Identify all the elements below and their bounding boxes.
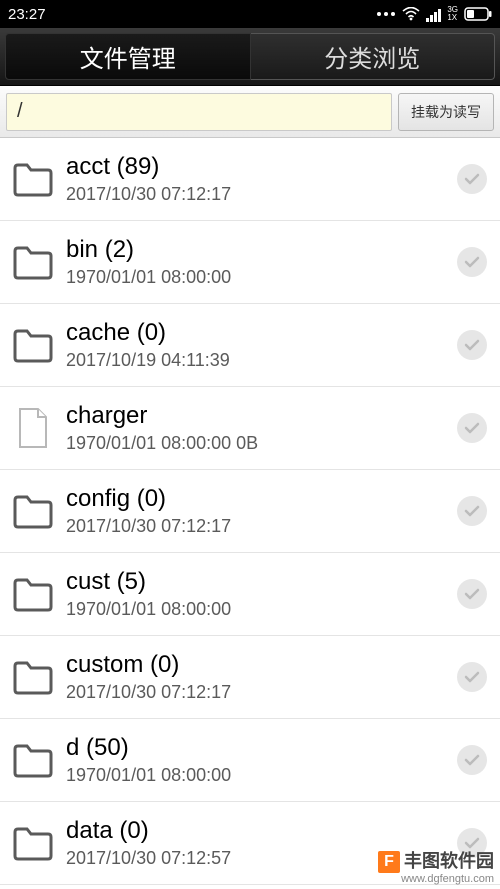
check-icon xyxy=(457,247,487,277)
list-item[interactable]: data (0)2017/10/30 07:12:57 xyxy=(0,802,500,885)
check-icon xyxy=(457,496,487,526)
list-item-title: cache (0) xyxy=(66,318,454,348)
check-icon xyxy=(457,164,487,194)
list-item-subtitle: 1970/01/01 08:00:00 xyxy=(66,597,454,621)
list-item[interactable]: custom (0)2017/10/30 07:12:17 xyxy=(0,636,500,719)
list-item-subtitle: 2017/10/30 07:12:17 xyxy=(66,680,454,704)
list-item[interactable]: bin (2)1970/01/01 08:00:00 xyxy=(0,221,500,304)
folder-icon xyxy=(6,244,60,280)
folder-icon xyxy=(6,576,60,612)
select-checkbox[interactable] xyxy=(454,164,490,194)
tab-file-manager[interactable]: 文件管理 xyxy=(5,33,251,80)
list-item-subtitle: 1970/01/01 08:00:00 0B xyxy=(66,431,454,455)
signal-icon: 3G1X xyxy=(426,6,458,22)
tab-label: 文件管理 xyxy=(80,39,176,74)
check-icon xyxy=(457,330,487,360)
folder-icon xyxy=(6,742,60,778)
check-icon xyxy=(457,828,487,858)
wifi-icon xyxy=(402,7,420,21)
list-item-title: d (50) xyxy=(66,733,454,763)
check-icon xyxy=(457,745,487,775)
file-list: acct (89)2017/10/30 07:12:17bin (2)1970/… xyxy=(0,138,500,885)
folder-icon xyxy=(6,161,60,197)
list-item[interactable]: acct (89)2017/10/30 07:12:17 xyxy=(0,138,500,221)
list-item-body: acct (89)2017/10/30 07:12:17 xyxy=(60,152,454,206)
list-item-title: config (0) xyxy=(66,484,454,514)
check-icon xyxy=(457,413,487,443)
list-item-body: charger1970/01/01 08:00:00 0B xyxy=(60,401,454,455)
select-checkbox[interactable] xyxy=(454,662,490,692)
path-input[interactable]: / xyxy=(6,93,392,131)
list-item-title: cust (5) xyxy=(66,567,454,597)
list-item-body: config (0)2017/10/30 07:12:17 xyxy=(60,484,454,538)
list-item-title: custom (0) xyxy=(66,650,454,680)
folder-icon xyxy=(6,493,60,529)
list-item[interactable]: d (50)1970/01/01 08:00:00 xyxy=(0,719,500,802)
folder-icon xyxy=(6,327,60,363)
status-icons: 3G1X xyxy=(376,6,492,22)
list-item-title: data (0) xyxy=(66,816,454,846)
list-item-subtitle: 2017/10/30 07:12:57 xyxy=(66,846,454,870)
select-checkbox[interactable] xyxy=(454,413,490,443)
list-item-body: cache (0)2017/10/19 04:11:39 xyxy=(60,318,454,372)
list-item-title: acct (89) xyxy=(66,152,454,182)
select-checkbox[interactable] xyxy=(454,579,490,609)
list-item-title: charger xyxy=(66,401,454,431)
folder-icon xyxy=(6,659,60,695)
list-item-subtitle: 2017/10/30 07:12:17 xyxy=(66,514,454,538)
select-checkbox[interactable] xyxy=(454,828,490,858)
select-checkbox[interactable] xyxy=(454,247,490,277)
list-item-body: data (0)2017/10/30 07:12:57 xyxy=(60,816,454,870)
battery-icon xyxy=(464,7,492,21)
tab-bar: 文件管理 分类浏览 xyxy=(0,28,500,86)
path-bar: / 挂载为读写 xyxy=(0,86,500,138)
list-item[interactable]: cache (0)2017/10/19 04:11:39 xyxy=(0,304,500,387)
check-icon xyxy=(457,579,487,609)
mount-rw-button[interactable]: 挂载为读写 xyxy=(398,93,494,131)
list-item-body: custom (0)2017/10/30 07:12:17 xyxy=(60,650,454,704)
list-item-title: bin (2) xyxy=(66,235,454,265)
more-icon xyxy=(376,11,396,17)
list-item[interactable]: cust (5)1970/01/01 08:00:00 xyxy=(0,553,500,636)
list-item[interactable]: config (0)2017/10/30 07:12:17 xyxy=(0,470,500,553)
status-bar: 23:27 3G1X xyxy=(0,0,500,28)
tab-label: 分类浏览 xyxy=(324,39,420,74)
file-icon xyxy=(6,407,60,449)
list-item-body: d (50)1970/01/01 08:00:00 xyxy=(60,733,454,787)
select-checkbox[interactable] xyxy=(454,330,490,360)
check-icon xyxy=(457,662,487,692)
list-item-body: bin (2)1970/01/01 08:00:00 xyxy=(60,235,454,289)
list-item-subtitle: 2017/10/30 07:12:17 xyxy=(66,182,454,206)
folder-icon xyxy=(6,825,60,861)
select-checkbox[interactable] xyxy=(454,496,490,526)
list-item[interactable]: charger1970/01/01 08:00:00 0B xyxy=(0,387,500,470)
list-item-subtitle: 1970/01/01 08:00:00 xyxy=(66,265,454,289)
list-item-subtitle: 2017/10/19 04:11:39 xyxy=(66,348,454,372)
tab-category-browse[interactable]: 分类浏览 xyxy=(251,33,496,80)
status-time: 23:27 xyxy=(8,6,46,23)
list-item-body: cust (5)1970/01/01 08:00:00 xyxy=(60,567,454,621)
select-checkbox[interactable] xyxy=(454,745,490,775)
list-item-subtitle: 1970/01/01 08:00:00 xyxy=(66,763,454,787)
